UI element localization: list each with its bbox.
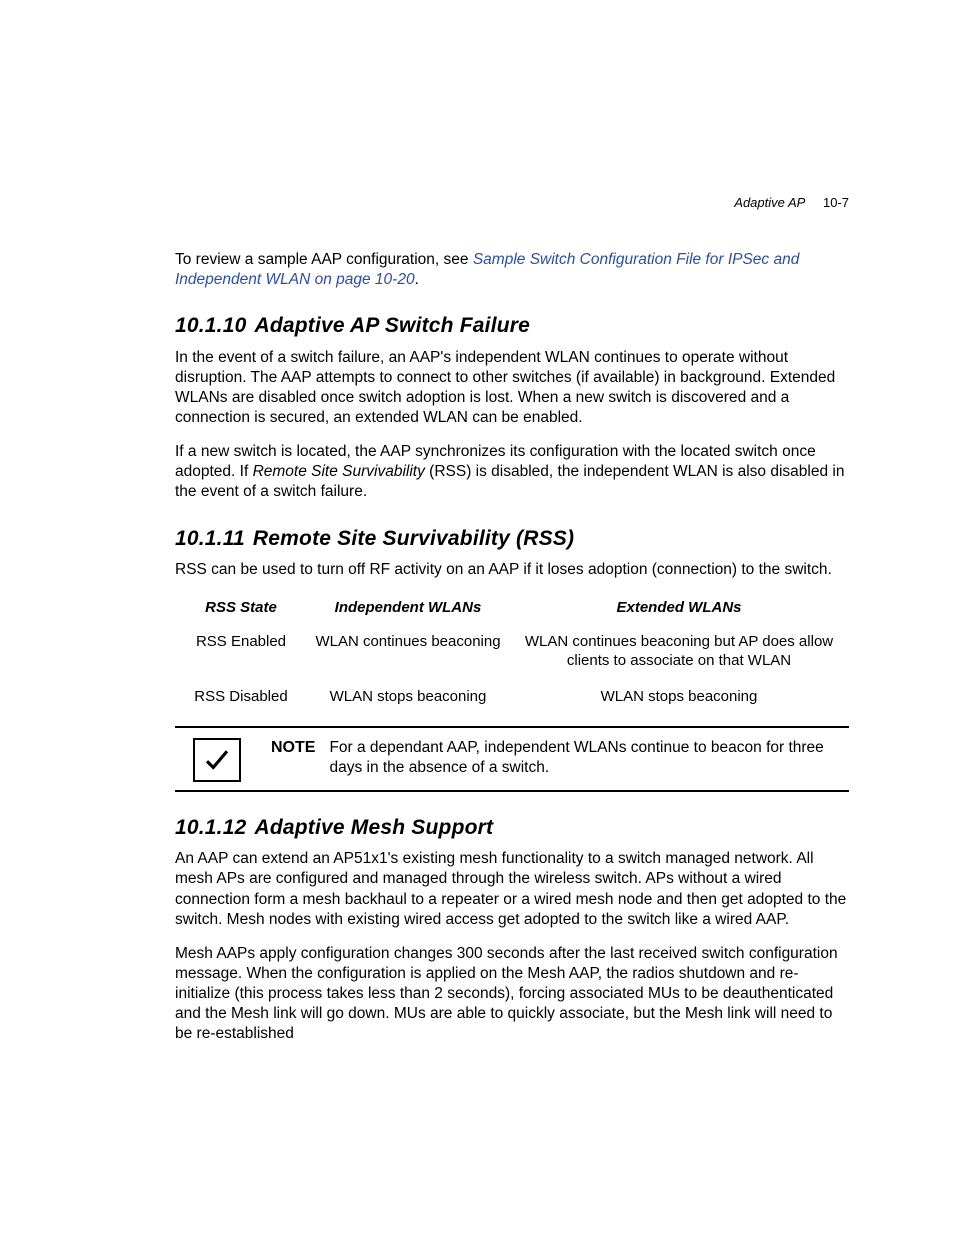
intro-period: .: [415, 271, 419, 288]
heading-title: Remote Site Survivability (RSS): [253, 527, 574, 550]
chapter-name: Adaptive AP: [734, 195, 805, 210]
checkmark-icon: [193, 738, 241, 782]
table-row: RSS Enabled WLAN continues beaconing WLA…: [175, 626, 849, 681]
note-label: NOTE: [271, 736, 315, 759]
col-header: Extended WLANs: [509, 594, 849, 626]
col-header: Independent WLANs: [307, 594, 509, 626]
heading-number: 10.1.11: [175, 527, 245, 550]
paragraph: In the event of a switch failure, an AAP…: [175, 348, 849, 429]
heading-10-1-11: 10.1.11 Remote Site Survivability (RSS): [175, 525, 849, 552]
cell: WLAN continues beaconing: [307, 626, 509, 681]
paragraph: Mesh AAPs apply configuration changes 30…: [175, 944, 849, 1045]
page-number: 10-7: [823, 195, 849, 210]
table-header-row: RSS State Independent WLANs Extended WLA…: [175, 594, 849, 626]
heading-10-1-12: 10.1.12 Adaptive Mesh Support: [175, 814, 849, 841]
note-text: For a dependant AAP, independent WLANs c…: [329, 736, 849, 778]
running-header: Adaptive AP 10-7: [734, 195, 849, 210]
cell: WLAN stops beaconing: [307, 681, 509, 717]
paragraph: If a new switch is located, the AAP sync…: [175, 442, 849, 502]
cell: RSS Disabled: [175, 681, 307, 717]
page: Adaptive AP 10-7 To review a sample AAP …: [0, 0, 954, 1235]
term-rss: Remote Site Survivability: [253, 463, 425, 480]
rss-table: RSS State Independent WLANs Extended WLA…: [175, 594, 849, 716]
table-row: RSS Disabled WLAN stops beaconing WLAN s…: [175, 681, 849, 717]
heading-number: 10.1.12: [175, 816, 246, 839]
cell: WLAN continues beaconing but AP does all…: [509, 626, 849, 681]
note-block: NOTE For a dependant AAP, independent WL…: [175, 726, 849, 792]
page-content: To review a sample AAP configuration, se…: [175, 250, 849, 1045]
cell: RSS Enabled: [175, 626, 307, 681]
intro-paragraph: To review a sample AAP configuration, se…: [175, 250, 849, 290]
paragraph: An AAP can extend an AP51x1's existing m…: [175, 849, 849, 930]
heading-title: Adaptive AP Switch Failure: [254, 314, 530, 337]
intro-lead: To review a sample AAP configuration, se…: [175, 251, 473, 268]
paragraph: RSS can be used to turn off RF activity …: [175, 560, 849, 580]
heading-number: 10.1.10: [175, 314, 246, 337]
col-header: RSS State: [175, 594, 307, 626]
heading-10-1-10: 10.1.10 Adaptive AP Switch Failure: [175, 312, 849, 339]
cell: WLAN stops beaconing: [509, 681, 849, 717]
heading-title: Adaptive Mesh Support: [254, 816, 493, 839]
